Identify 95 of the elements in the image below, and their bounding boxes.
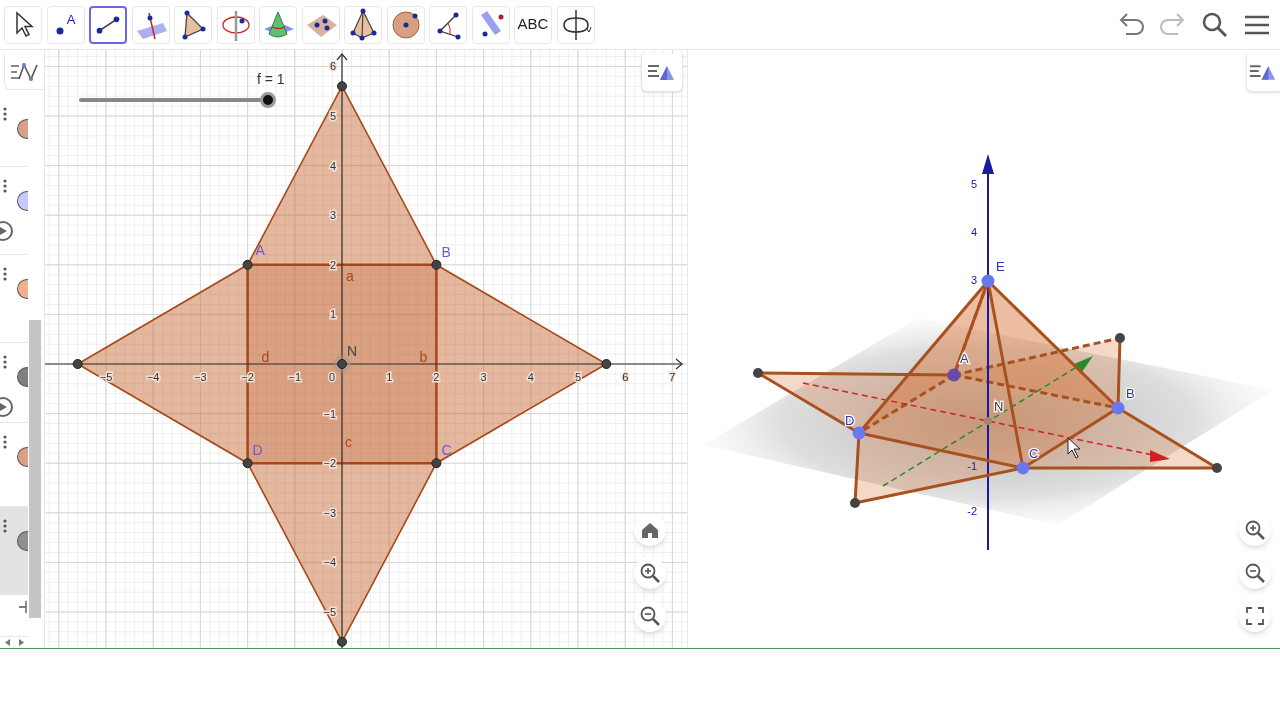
home-button[interactable] bbox=[634, 514, 666, 546]
point[interactable] bbox=[753, 368, 763, 378]
point[interactable] bbox=[1115, 333, 1125, 343]
axis-tick-label: −4 bbox=[323, 556, 336, 569]
visibility-toggle[interactable] bbox=[17, 447, 28, 467]
axis-tick-label: −1 bbox=[323, 407, 336, 420]
point-label: C bbox=[1029, 446, 1039, 461]
point[interactable] bbox=[431, 259, 442, 270]
axis-tick-label: −1 bbox=[288, 371, 302, 383]
axis-tick-label: 3 bbox=[480, 371, 487, 383]
more-icon[interactable] bbox=[3, 267, 7, 281]
point-label: A bbox=[960, 351, 969, 366]
graph-icon bbox=[8, 60, 41, 83]
segment-label: c bbox=[345, 434, 352, 451]
axis-tick-label: 4 bbox=[970, 226, 977, 238]
point-label: N bbox=[994, 399, 1004, 414]
more-icon[interactable] bbox=[3, 435, 7, 449]
play-icon bbox=[0, 403, 7, 411]
point-label: D bbox=[845, 413, 855, 428]
style-bar-button[interactable] bbox=[641, 54, 683, 92]
zoom-in-button[interactable] bbox=[1239, 514, 1271, 546]
point-label: B bbox=[1126, 386, 1135, 401]
axis-tick-label: −2 bbox=[323, 457, 336, 470]
more-icon[interactable] bbox=[3, 355, 7, 369]
point[interactable] bbox=[333, 355, 351, 373]
axis-tick-label: 6 bbox=[329, 60, 336, 73]
axis-tick-label: 5 bbox=[574, 371, 582, 383]
algebra-toggle-button[interactable] bbox=[4, 54, 44, 90]
axis-tick-label: 4 bbox=[527, 371, 534, 383]
axis-tick-label: 2 bbox=[433, 371, 440, 383]
more-icon[interactable] bbox=[3, 107, 7, 121]
tool-button[interactable] bbox=[89, 5, 127, 44]
visibility-toggle[interactable] bbox=[17, 279, 28, 299]
zoom-out-button[interactable] bbox=[1239, 557, 1271, 589]
point[interactable] bbox=[431, 458, 442, 469]
style-bar-button[interactable] bbox=[1246, 54, 1280, 92]
play-icon bbox=[0, 227, 7, 235]
point[interactable] bbox=[72, 359, 83, 369]
segment-label: a bbox=[346, 267, 354, 284]
point[interactable] bbox=[242, 458, 253, 469]
axis-tick-label: 2 bbox=[329, 258, 336, 271]
axis-tick-label: 1 bbox=[329, 308, 336, 321]
collapse-icon[interactable] bbox=[19, 601, 27, 613]
point-label: N bbox=[347, 343, 358, 359]
axis-tick-label: 3 bbox=[970, 274, 977, 286]
point[interactable] bbox=[337, 636, 347, 647]
point-label: E bbox=[996, 259, 1005, 274]
axis-tick-label: 7 bbox=[669, 371, 676, 383]
axis-tick-label: −4 bbox=[146, 371, 160, 383]
algebra-item[interactable] bbox=[0, 507, 28, 595]
axis-tick-label: 4 bbox=[329, 159, 336, 172]
point-label: A bbox=[255, 241, 265, 258]
point-label: B bbox=[441, 243, 451, 260]
slider-thumb[interactable] bbox=[260, 92, 276, 108]
more-icon[interactable] bbox=[3, 519, 7, 533]
axis-tick-label: 1 bbox=[386, 371, 393, 383]
point[interactable] bbox=[1212, 463, 1222, 473]
point-icon bbox=[55, 26, 64, 35]
axis-tick-label: -1 bbox=[967, 460, 977, 472]
scrollbar[interactable] bbox=[29, 320, 41, 618]
segment-label: b bbox=[419, 349, 428, 365]
more-icon[interactable] bbox=[3, 179, 7, 193]
axis-tick-label: 5 bbox=[329, 110, 336, 122]
axis-tick-label: −5 bbox=[99, 371, 113, 383]
mouse-cursor-icon bbox=[1067, 437, 1081, 459]
fullscreen-icon bbox=[1244, 605, 1266, 627]
point[interactable] bbox=[242, 259, 253, 270]
tool-button[interactable]: ABC bbox=[514, 5, 552, 44]
axis-tick-label: 3 bbox=[329, 209, 336, 222]
slider-label: f = 1 bbox=[257, 71, 285, 87]
visibility-toggle[interactable] bbox=[17, 119, 28, 139]
zoom-in-button[interactable] bbox=[634, 557, 666, 589]
point-label: D bbox=[252, 442, 263, 459]
axis-tick-label: 5 bbox=[970, 178, 977, 190]
zoom-in-icon bbox=[639, 562, 661, 584]
zoom-out-icon bbox=[1244, 562, 1266, 584]
fullscreen-button[interactable] bbox=[1239, 600, 1271, 632]
point[interactable] bbox=[850, 498, 860, 508]
point-label: C bbox=[441, 442, 452, 459]
visibility-toggle[interactable] bbox=[17, 367, 28, 387]
axis-tick-label: −3 bbox=[194, 371, 207, 383]
axis-tick-label: -2 bbox=[967, 505, 977, 517]
point[interactable] bbox=[337, 81, 347, 92]
segment-label: d bbox=[261, 349, 270, 365]
point-label: A bbox=[66, 10, 76, 29]
visibility-toggle[interactable] bbox=[17, 531, 28, 551]
axis-tick-label: 6 bbox=[622, 371, 629, 383]
zoom-out-button[interactable] bbox=[634, 600, 666, 632]
axis-tick-label: 0 bbox=[328, 371, 336, 383]
zoom-out-icon bbox=[639, 605, 661, 627]
visibility-toggle[interactable] bbox=[17, 191, 28, 211]
tool-button[interactable]: A bbox=[46, 5, 85, 44]
zoom-in-icon bbox=[1244, 519, 1266, 541]
point[interactable] bbox=[601, 359, 612, 369]
axis-tick-label: −3 bbox=[323, 506, 336, 519]
